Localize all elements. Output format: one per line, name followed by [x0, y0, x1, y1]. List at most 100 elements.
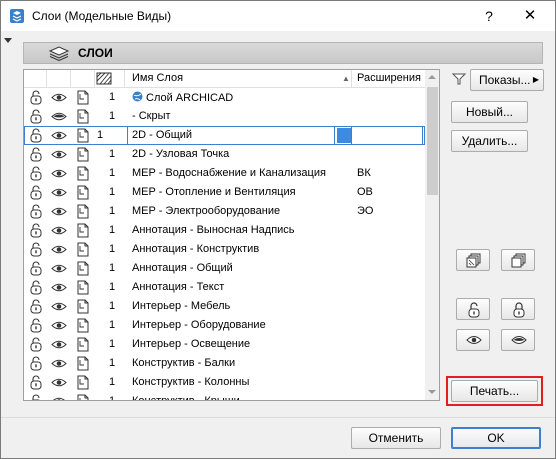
eye-open-icon[interactable] — [51, 280, 67, 295]
layer-name[interactable]: Конструктив - Балки — [132, 357, 235, 369]
layer-intersection-group[interactable]: 1 — [109, 357, 115, 369]
layer-intersection-group[interactable]: 1 — [97, 129, 103, 141]
scroll-down-icon[interactable] — [428, 390, 436, 394]
eye-open-icon[interactable] — [51, 204, 67, 219]
layer-row[interactable]: 1 2D - Узловая Точка — [24, 145, 425, 164]
eye-open-icon[interactable] — [51, 128, 67, 143]
layer-name[interactable]: Слой ARCHICAD — [132, 91, 233, 104]
layer-row[interactable]: 1 2D - Общий — [24, 126, 425, 145]
ok-button[interactable]: OK — [451, 427, 541, 449]
layer-row[interactable]: 1 Конструктив - Колонны — [24, 373, 425, 392]
layer-row[interactable]: 1 Аннотация - Выносная Надпись — [24, 221, 425, 240]
show-button[interactable]: Показы... ▶ — [470, 69, 544, 91]
delete-button[interactable]: Удалить... — [451, 130, 528, 152]
layer-row[interactable]: 1 - Скрыт — [24, 107, 425, 126]
unlock-icon[interactable] — [28, 280, 44, 295]
wireframe-doc-icon[interactable] — [75, 204, 91, 219]
eye-open-icon[interactable] — [51, 356, 67, 371]
help-button[interactable]: ? — [479, 5, 499, 27]
eye-open-icon[interactable] — [51, 242, 67, 257]
unlock-icon[interactable] — [28, 318, 44, 333]
layer-name[interactable]: Конструктив - Колонны — [132, 376, 249, 388]
eye-open-icon[interactable] — [51, 318, 67, 333]
unlock-icon[interactable] — [28, 356, 44, 371]
layer-name[interactable]: MEP - Электрооборудование — [132, 205, 280, 217]
eye-open-icon[interactable] — [51, 147, 67, 162]
close-button[interactable]: ✕ — [515, 5, 545, 27]
layer-row[interactable]: 1 Аннотация - Конструктив — [24, 240, 425, 259]
eye-open-icon[interactable] — [51, 375, 67, 390]
layer-name[interactable]: Аннотация - Конструктив — [132, 243, 259, 255]
unlock-icon[interactable] — [28, 242, 44, 257]
wireframe-doc-icon[interactable] — [75, 185, 91, 200]
wireframe-doc-icon[interactable] — [75, 128, 91, 143]
unlock-icon[interactable] — [28, 128, 44, 143]
wireframe-doc-icon[interactable] — [75, 299, 91, 314]
filter-icon[interactable] — [452, 72, 466, 86]
layer-name[interactable]: Аннотация - Выносная Надпись — [132, 224, 295, 236]
layer-intersection-group[interactable]: 1 — [109, 262, 115, 274]
wireframe-doc-icon[interactable] — [75, 280, 91, 295]
layer-row[interactable]: 1 Аннотация - Текст — [24, 278, 425, 297]
unlock-icon[interactable] — [28, 204, 44, 219]
wireframe-doc-icon[interactable] — [75, 147, 91, 162]
unlock-icon[interactable] — [28, 223, 44, 238]
layer-row[interactable]: 1 Интерьер - Оборудование — [24, 316, 425, 335]
wireframe-doc-icon[interactable] — [75, 166, 91, 181]
unlock-all-button[interactable] — [456, 298, 490, 320]
layer-row[interactable]: 1 MEP - Отопление и Вентиляция ОВ — [24, 183, 425, 202]
unlock-icon[interactable] — [28, 375, 44, 390]
layer-row[interactable]: 1 Интерьер - Освещение — [24, 335, 425, 354]
eye-closed-icon[interactable] — [51, 109, 67, 124]
layer-name[interactable]: Конструктив - Крыши — [132, 395, 240, 400]
layer-row[interactable]: 1 MEP - Водоснабжение и Канализация ВК — [24, 164, 425, 183]
eye-open-icon[interactable] — [51, 90, 67, 105]
layers-list[interactable]: Имя Слоя ▲ Расширения 1 Слой ARCHICAD 1 - С… — [23, 69, 440, 401]
layer-intersection-group[interactable]: 1 — [109, 224, 115, 236]
wireframe-doc-icon[interactable] — [75, 223, 91, 238]
unlock-icon[interactable] — [28, 166, 44, 181]
layer-row[interactable]: 1 MEP - Электрооборудование ЭО — [24, 202, 425, 221]
wireframe-doc-icon[interactable] — [75, 90, 91, 105]
scroll-thumb[interactable] — [427, 87, 438, 195]
layer-name[interactable]: 2D - Узловая Точка — [132, 148, 229, 160]
list-scrollbar[interactable] — [425, 70, 439, 400]
eye-open-icon[interactable] — [51, 261, 67, 276]
unlock-icon[interactable] — [28, 109, 44, 124]
layer-name[interactable]: MEP - Отопление и Вентиляция — [132, 186, 296, 198]
layer-intersection-group[interactable]: 1 — [109, 395, 115, 400]
layer-name[interactable]: MEP - Водоснабжение и Канализация — [132, 167, 326, 179]
layer-name[interactable]: - Скрыт — [132, 110, 171, 122]
wireframe-doc-icon[interactable] — [75, 337, 91, 352]
column-header-name[interactable]: Имя Слоя — [132, 72, 183, 84]
layer-name[interactable]: Интерьер - Освещение — [132, 338, 250, 350]
layer-intersection-group[interactable]: 1 — [109, 243, 115, 255]
scroll-up-icon[interactable] — [428, 75, 436, 79]
layer-name[interactable]: Аннотация - Общий — [132, 262, 233, 274]
unlock-icon[interactable] — [28, 261, 44, 276]
collapse-arrow-icon[interactable] — [4, 38, 12, 43]
new-button[interactable]: Новый... — [451, 101, 528, 123]
wireframe-doc-icon[interactable] — [75, 356, 91, 371]
layer-intersection-group[interactable]: 1 — [109, 376, 115, 388]
layer-name[interactable]: 2D - Общий — [132, 129, 192, 141]
eye-open-icon[interactable] — [51, 299, 67, 314]
layer-extension-edit-field[interactable] — [351, 126, 423, 145]
layer-row[interactable]: 1 Слой ARCHICAD — [24, 88, 425, 107]
layer-intersection-group[interactable]: 1 — [109, 186, 115, 198]
layer-name[interactable]: Интерьер - Оборудование — [132, 319, 266, 331]
layer-name[interactable]: Аннотация - Текст — [132, 281, 224, 293]
unlock-icon[interactable] — [28, 337, 44, 352]
layer-intersection-group[interactable]: 1 — [109, 110, 115, 122]
unlock-icon[interactable] — [28, 394, 44, 400]
wireframe-doc-icon[interactable] — [75, 318, 91, 333]
unlock-icon[interactable] — [28, 147, 44, 162]
layer-row[interactable]: 1 Конструктив - Балки — [24, 354, 425, 373]
wireframe-doc-icon[interactable] — [75, 394, 91, 400]
layer-intersection-group[interactable]: 1 — [109, 338, 115, 350]
layer-intersection-group[interactable]: 1 — [109, 300, 115, 312]
column-header-extension[interactable]: Расширения — [357, 72, 421, 84]
layer-row[interactable]: 1 Интерьер - Мебель — [24, 297, 425, 316]
layer-intersection-group[interactable]: 1 — [109, 205, 115, 217]
eye-open-icon[interactable] — [51, 337, 67, 352]
